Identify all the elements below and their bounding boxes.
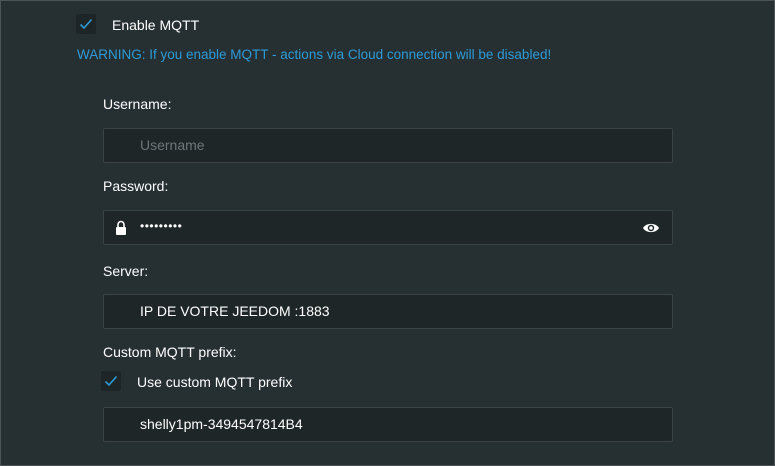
password-value: •••••••••	[140, 219, 183, 233]
use-custom-prefix-label: Use custom MQTT prefix	[137, 374, 293, 390]
username-label: Username:	[103, 96, 172, 112]
checkmark-icon	[104, 375, 118, 387]
custom-prefix-label: Custom MQTT prefix:	[103, 344, 237, 360]
enable-mqtt-label: Enable MQTT	[112, 17, 200, 33]
mqtt-warning: WARNING: If you enable MQTT - actions vi…	[77, 47, 552, 62]
eye-icon[interactable]	[642, 221, 660, 239]
checkmark-icon	[79, 18, 93, 30]
password-label: Password:	[103, 178, 169, 194]
server-field[interactable]: IP DE VOTRE JEEDOM :1883	[103, 294, 673, 329]
server-label: Server:	[103, 263, 149, 279]
prefix-value: shelly1pm-3494547814B4	[140, 416, 303, 432]
server-value: IP DE VOTRE JEEDOM :1883	[140, 303, 330, 319]
prefix-field[interactable]: shelly1pm-3494547814B4	[103, 407, 673, 442]
username-placeholder: Username	[140, 137, 205, 153]
enable-mqtt-checkbox[interactable]	[76, 14, 96, 34]
use-custom-prefix-checkbox[interactable]	[101, 371, 121, 391]
password-field[interactable]: •••••••••	[103, 210, 673, 245]
lock-icon	[115, 220, 127, 241]
username-field[interactable]: Username	[103, 128, 673, 163]
